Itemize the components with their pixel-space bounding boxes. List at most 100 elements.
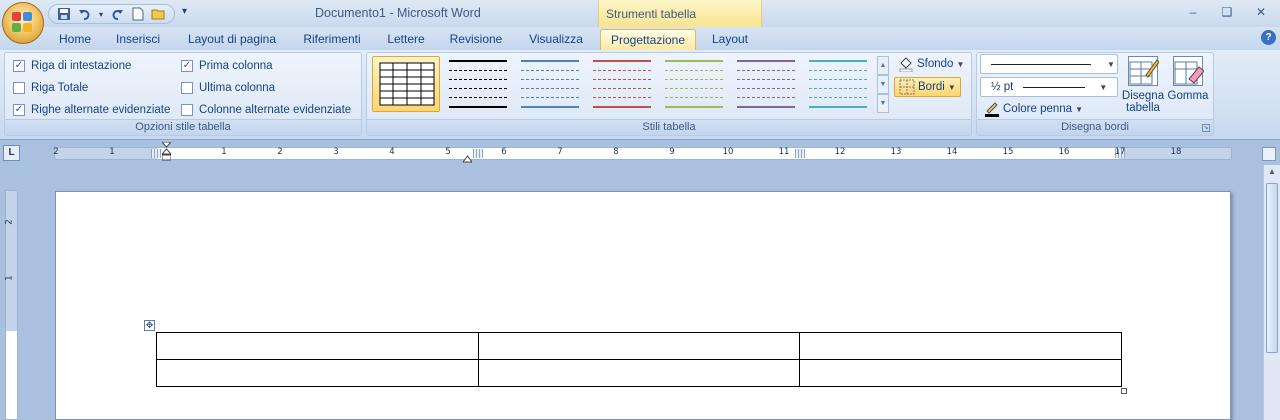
- vertical-ruler[interactable]: 2 1: [5, 190, 18, 420]
- customize-qat-icon[interactable]: ▾: [182, 6, 187, 17]
- table-cell[interactable]: [156, 332, 479, 360]
- gallery-more-icon[interactable]: ▼: [877, 94, 889, 113]
- table-style-6[interactable]: [732, 56, 800, 112]
- option-total-row[interactable]: Riga Totale: [13, 82, 88, 94]
- document-table[interactable]: [156, 332, 1122, 387]
- table-cell[interactable]: [478, 332, 800, 360]
- tab-layout[interactable]: Layout: [704, 29, 756, 50]
- table-style-7[interactable]: [804, 56, 872, 112]
- tab-references[interactable]: Riferimenti: [296, 29, 368, 50]
- vertical-scrollbar[interactable]: ▲: [1263, 165, 1280, 420]
- table-style-5[interactable]: [660, 56, 728, 112]
- table-style-1[interactable]: [372, 56, 440, 112]
- style-line: [521, 60, 579, 62]
- ruler-number: 7: [557, 147, 563, 157]
- table-row: [156, 332, 1122, 360]
- horizontal-ruler[interactable]: 2 1 1 2 3 4 5 6 7 8 9 10 11 12 13 14 15 …: [53, 141, 1232, 163]
- dropdown-arrow-icon: ▼: [956, 59, 965, 69]
- restore-icon[interactable]: ❑: [1214, 4, 1240, 20]
- checkbox-banded-columns[interactable]: [181, 104, 193, 116]
- scroll-up-icon[interactable]: ▲: [1264, 167, 1280, 181]
- gallery-scroll-down-icon[interactable]: ▼: [877, 75, 889, 94]
- option-last-column[interactable]: Ultima colonna: [181, 82, 275, 94]
- tab-review[interactable]: Revisione: [444, 29, 508, 50]
- style-line: [809, 97, 867, 98]
- checkbox-last-column[interactable]: [181, 82, 193, 94]
- option-first-column[interactable]: ✓ Prima colonna: [181, 60, 273, 72]
- office-button[interactable]: [2, 2, 44, 44]
- draw-table-button[interactable]: Disegna tabella: [1118, 56, 1168, 114]
- tab-design[interactable]: Progettazione: [600, 29, 696, 50]
- table-move-handle-icon[interactable]: ✥: [144, 320, 155, 331]
- borders-button[interactable]: Bordi ▼: [894, 77, 961, 97]
- table-cell[interactable]: [156, 359, 479, 387]
- option-banded-rows[interactable]: ✓ Righe alternate evidenziate: [13, 104, 170, 116]
- tab-view[interactable]: Visualizza: [522, 29, 590, 50]
- style-line: [809, 106, 867, 108]
- office-logo-icon: [12, 12, 34, 34]
- open-folder-icon[interactable]: [150, 6, 168, 22]
- table-cell[interactable]: [799, 332, 1122, 360]
- shading-label: Sfondo: [917, 58, 954, 70]
- redo-icon[interactable]: [108, 6, 126, 22]
- shading-button[interactable]: Sfondo ▼: [894, 54, 968, 74]
- dialog-launcher-icon[interactable]: ↘: [1202, 124, 1210, 132]
- draw-table-label: Disegna tabella: [1121, 90, 1165, 114]
- checkbox-header-row[interactable]: ✓: [13, 60, 25, 72]
- ruler-number: 13: [890, 147, 902, 157]
- new-document-icon[interactable]: [129, 6, 147, 22]
- ruler-number: 2: [277, 147, 283, 157]
- view-ruler-icon[interactable]: [1262, 147, 1276, 161]
- scroll-thumb[interactable]: [1266, 183, 1278, 353]
- close-icon[interactable]: ✕: [1248, 4, 1274, 20]
- ruler-margin-left: [55, 148, 157, 159]
- table-cell[interactable]: [799, 359, 1122, 387]
- style-line: [449, 88, 507, 89]
- tab-insert[interactable]: Inserisci: [110, 29, 166, 50]
- checkbox-total-row[interactable]: [13, 82, 25, 94]
- table-style-4[interactable]: [588, 56, 656, 112]
- tab-home[interactable]: Home: [50, 29, 100, 50]
- option-label: Prima colonna: [199, 60, 273, 72]
- line-style-combo[interactable]: ▼: [980, 54, 1118, 74]
- tab-selector-icon[interactable]: L: [3, 145, 20, 161]
- ruler-number: 6: [501, 147, 507, 157]
- checkbox-first-column[interactable]: ✓: [181, 60, 193, 72]
- ribbon-body: ✓ Riga di intestazione Riga Totale ✓ Rig…: [0, 50, 1280, 140]
- tab-mailings[interactable]: Lettere: [380, 29, 432, 50]
- option-banded-columns[interactable]: Colonne alternate evidenziate: [181, 104, 351, 116]
- save-icon[interactable]: [55, 6, 73, 22]
- ruler-bar: L 2 1 1 2 3 4 5 6 7 8 9 10 11 12 13 14 1…: [0, 141, 1280, 165]
- table-resize-handle[interactable]: [1121, 388, 1127, 394]
- help-icon[interactable]: ?: [1261, 30, 1276, 45]
- style-line: [665, 70, 723, 71]
- right-indent-marker-icon[interactable]: [462, 152, 473, 163]
- undo-dropdown-icon[interactable]: ▾: [97, 6, 105, 22]
- table-cell[interactable]: [478, 359, 800, 387]
- style-line: [737, 70, 795, 71]
- table-style-2[interactable]: [444, 56, 512, 112]
- ruler-column-marker[interactable]: [151, 149, 161, 158]
- ruler-column-marker[interactable]: [473, 149, 483, 158]
- ruler-column-marker[interactable]: [795, 149, 805, 158]
- option-header-row[interactable]: ✓ Riga di intestazione: [13, 60, 131, 72]
- line-weight-combo[interactable]: ½ pt ▼: [980, 77, 1118, 97]
- style-line: [737, 60, 795, 62]
- checkbox-banded-rows[interactable]: ✓: [13, 104, 25, 116]
- undo-icon[interactable]: [76, 6, 94, 22]
- pen-color-button[interactable]: Colore penna ▼: [980, 99, 1087, 119]
- quick-access-toolbar: ▾: [48, 4, 175, 24]
- ruler-number: 5: [445, 147, 451, 157]
- minimize-icon[interactable]: –: [1180, 4, 1206, 20]
- style-line: [593, 60, 651, 62]
- style-line: [521, 106, 579, 108]
- style-line: [809, 60, 867, 62]
- ribbon-tabs: Home Inserisci Layout di pagina Riferime…: [0, 27, 1280, 50]
- eraser-button[interactable]: Gomma: [1163, 56, 1213, 102]
- style-line: [665, 79, 723, 80]
- table-style-3[interactable]: [516, 56, 584, 112]
- vertical-ruler-number: 2: [4, 219, 15, 225]
- tab-page-layout[interactable]: Layout di pagina: [180, 29, 284, 50]
- indent-marker-icon[interactable]: [160, 141, 173, 162]
- gallery-scroll-up-icon[interactable]: ▲: [877, 56, 889, 75]
